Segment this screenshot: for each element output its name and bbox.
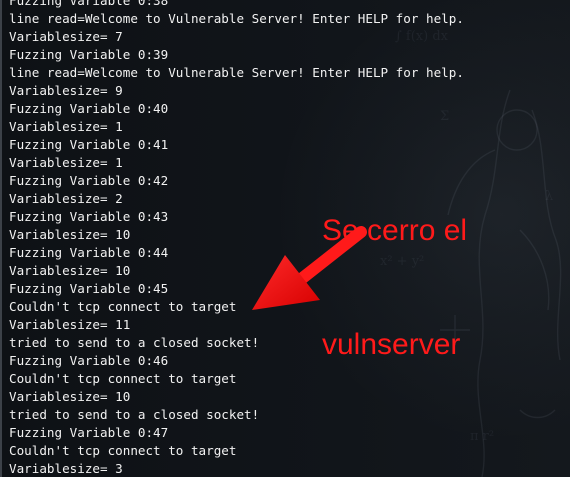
- annotation-line-2: vulnserver: [322, 328, 461, 361]
- terminal-window[interactable]: ∫ f(x) dx Σ x² + y² π r² λ Fuzzing Varia…: [0, 0, 570, 477]
- svg-text:π r²: π r²: [470, 429, 494, 444]
- annotation-note: Se cerro el vulnserver: [322, 136, 467, 440]
- output-line: Variablesize= 9: [9, 83, 123, 98]
- output-line: line read=Welcome to Vulnerable Server! …: [9, 11, 464, 26]
- annotation-line-1: Se cerro el: [322, 214, 468, 247]
- output-line: Variablesize= 1: [9, 119, 123, 134]
- output-line: Variablesize= 3: [9, 461, 123, 476]
- output-line: Variablesize= 7: [9, 29, 123, 44]
- output-line: line read=Welcome to Vulnerable Server! …: [9, 65, 464, 80]
- svg-text:λ: λ: [545, 189, 553, 204]
- output-line: Fuzzing Variable 0:39: [9, 47, 169, 62]
- window-left-border: [0, 0, 2, 477]
- output-line: Fuzzing Variable 0:40: [9, 101, 169, 116]
- output-line: Couldn't tcp connect to target: [9, 443, 237, 458]
- output-line: Fuzzing Variable 0:38: [9, 0, 169, 8]
